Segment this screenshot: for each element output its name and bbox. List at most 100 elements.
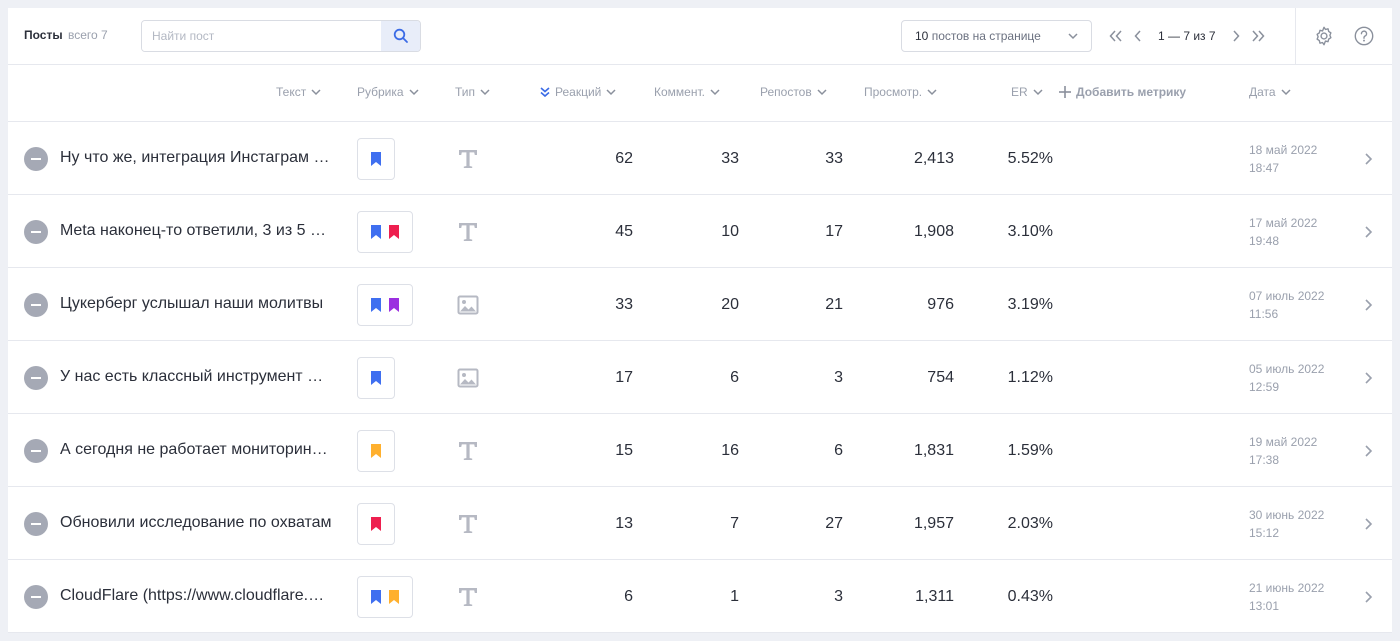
search-input[interactable] <box>142 21 382 51</box>
post-comments: 7 <box>730 515 739 532</box>
open-post-button[interactable] <box>1362 443 1374 459</box>
image-icon <box>456 293 480 317</box>
rubric-badge[interactable] <box>357 357 395 399</box>
help-button[interactable] <box>1352 24 1376 48</box>
post-comments: 16 <box>721 442 739 459</box>
add-metric-button[interactable]: Добавить метрику <box>1058 85 1186 99</box>
post-date: 05 июль 2022 12:59 <box>1249 360 1324 396</box>
post-reposts: 3 <box>834 588 843 605</box>
post-reactions: 13 <box>615 515 633 532</box>
post-date: 30 июнь 2022 15:12 <box>1249 506 1324 542</box>
column-header-date[interactable]: Дата <box>1249 85 1292 99</box>
remove-post-button[interactable] <box>24 220 48 244</box>
table-row[interactable]: Meta наконец-то ответили, 3 из 5 запросо… <box>8 195 1392 268</box>
chevron-right-icon <box>1233 30 1240 42</box>
rubric-badge[interactable] <box>357 430 395 472</box>
remove-post-button[interactable] <box>24 585 48 609</box>
post-reposts: 27 <box>825 515 843 532</box>
search-icon <box>393 28 408 43</box>
post-date: 17 май 2022 19:48 <box>1249 214 1317 250</box>
plus-icon <box>1059 86 1071 98</box>
post-comments: 6 <box>730 369 739 386</box>
column-header-type[interactable]: Тип <box>455 85 491 99</box>
post-date-day: 17 май 2022 <box>1249 216 1318 230</box>
remove-post-button[interactable] <box>24 293 48 317</box>
post-date-day: 18 май 2022 <box>1249 143 1318 157</box>
post-views: 2,413 <box>913 150 954 167</box>
remove-post-button[interactable] <box>24 512 48 536</box>
chevron-down-icon <box>710 89 720 96</box>
table-row[interactable]: Цукерберг услышал наши молитвы 33 20 21 976 3… <box>8 268 1392 341</box>
per-page-label: постов на странице <box>931 29 1041 43</box>
double-chevron-left-icon <box>1109 30 1122 42</box>
image-icon <box>456 366 480 390</box>
post-er: 2.03% <box>1007 515 1053 532</box>
post-reposts: 21 <box>825 296 843 313</box>
column-header-comments[interactable]: Коммент. <box>654 85 721 99</box>
open-post-button[interactable] <box>1362 516 1374 532</box>
text-icon <box>456 512 480 536</box>
sort-descending-icon <box>540 87 550 98</box>
post-comments: 1 <box>730 588 739 605</box>
column-header-views[interactable]: Просмотр. <box>864 85 938 99</box>
rubric-badge[interactable] <box>357 138 395 180</box>
column-header-rubric[interactable]: Рубрика <box>357 85 420 99</box>
open-post-button[interactable] <box>1362 589 1374 605</box>
posts-panel: Посты всего 7 10 постов на странице <box>8 8 1392 633</box>
post-text: А сегодня не работает мониторинг упомина… <box>60 441 332 458</box>
post-comments: 20 <box>721 296 739 313</box>
chevron-right-icon <box>1365 153 1373 165</box>
bookmark-icon <box>389 298 399 312</box>
post-reposts: 3 <box>834 369 843 386</box>
posts-total-count: всего 7 <box>67 28 108 42</box>
column-header-label: Коммент. <box>654 85 705 99</box>
search-button[interactable] <box>381 21 420 51</box>
toolbar: Посты всего 7 10 постов на странице <box>8 8 1392 65</box>
prev-page-button[interactable] <box>1130 25 1146 47</box>
rubric-badge[interactable] <box>357 503 395 545</box>
bookmark-icon <box>371 298 381 312</box>
next-page-button[interactable] <box>1228 25 1244 47</box>
post-reactions: 33 <box>615 296 633 313</box>
remove-post-button[interactable] <box>24 366 48 390</box>
table-row[interactable]: CloudFlare (https://www.cloudflare.com) … <box>8 560 1392 633</box>
rubric-badge[interactable] <box>357 284 413 326</box>
add-metric-label: Добавить метрику <box>1076 85 1187 99</box>
post-comments: 10 <box>721 223 739 240</box>
table-row[interactable]: А сегодня не работает мониторинг упомина… <box>8 414 1392 487</box>
post-reactions: 17 <box>615 369 633 386</box>
column-header-er[interactable]: ER <box>1011 85 1044 99</box>
open-post-button[interactable] <box>1362 370 1374 386</box>
table-row[interactable]: У нас есть классный инструмент для анали… <box>8 341 1392 414</box>
bookmark-icon <box>371 225 381 239</box>
column-header-reactions[interactable]: Реакций <box>539 85 617 99</box>
last-page-button[interactable] <box>1250 25 1266 47</box>
remove-post-button[interactable] <box>24 439 48 463</box>
first-page-button[interactable] <box>1108 25 1124 47</box>
column-header-reposts[interactable]: Репостов <box>760 85 828 99</box>
rubric-badge[interactable] <box>357 211 413 253</box>
remove-post-button[interactable] <box>24 147 48 171</box>
column-header-text[interactable]: Текст <box>276 85 322 99</box>
page-title-label: Посты <box>24 28 63 42</box>
post-date-time: 19:48 <box>1249 234 1280 248</box>
post-text: Цукерберг услышал наши молитвы <box>60 295 324 312</box>
per-page-select[interactable]: 10 постов на странице <box>901 20 1092 52</box>
post-reactions: 15 <box>615 442 633 459</box>
chevron-down-icon <box>817 89 827 96</box>
table-row[interactable]: Обновили исследование по охватам 13 7 27 1,9… <box>8 487 1392 560</box>
post-date: 21 июнь 2022 13:01 <box>1249 579 1324 615</box>
post-date: 19 май 2022 17:38 <box>1249 433 1317 469</box>
post-er: 3.10% <box>1007 223 1053 240</box>
chevron-down-icon <box>1281 89 1291 96</box>
open-post-button[interactable] <box>1362 151 1374 167</box>
post-date: 07 июль 2022 11:56 <box>1249 287 1324 323</box>
rubric-badge[interactable] <box>357 576 413 618</box>
settings-button[interactable] <box>1312 24 1336 48</box>
open-post-button[interactable] <box>1362 224 1374 240</box>
column-header-label: Реакций <box>555 85 602 99</box>
chevron-down-icon <box>927 89 937 96</box>
pagination: 1 — 7 из 7 <box>1108 25 1266 47</box>
open-post-button[interactable] <box>1362 297 1374 313</box>
table-row[interactable]: Ну что же, интеграция Инстаграм с Meta з… <box>8 122 1392 195</box>
